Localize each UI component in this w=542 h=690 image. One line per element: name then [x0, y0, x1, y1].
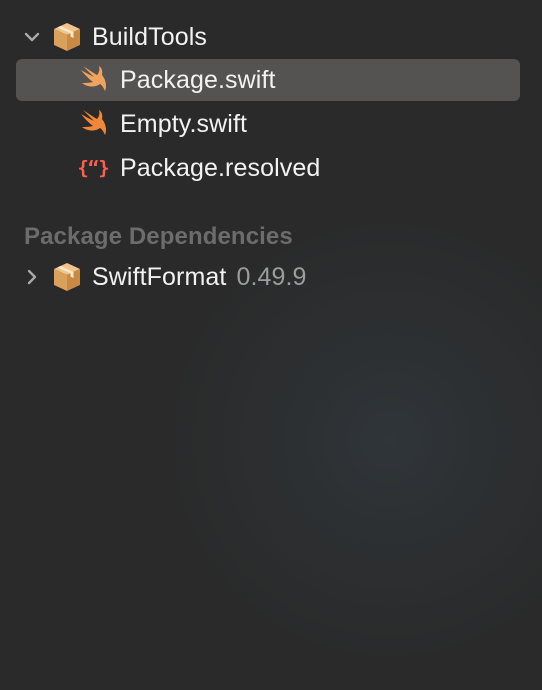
navigator-item-label: BuildTools [92, 23, 207, 51]
json-braces-icon: {“} [77, 157, 109, 179]
dependency-name: SwiftFormat [92, 263, 227, 291]
package-icon [51, 21, 83, 53]
navigator-item-label: Empty.swift [120, 110, 248, 138]
navigator-item-label: Package.resolved [120, 154, 321, 182]
navigator-row-buildtools[interactable]: BuildTools [16, 16, 520, 58]
dependency-version: 0.49.9 [236, 263, 307, 291]
chevron-down-icon[interactable] [23, 28, 41, 46]
chevron-right-icon[interactable] [23, 268, 41, 286]
swift-icon [79, 66, 109, 94]
dependency-item: SwiftFormat 0.49.9 [92, 262, 307, 292]
navigator-row-package-swift[interactable]: Package.swift [16, 59, 520, 101]
project-navigator: BuildTools Package.swift Empty.swift {“}… [0, 0, 542, 690]
navigator-row-package-resolved[interactable]: {“} Package.resolved [16, 147, 520, 189]
navigator-item-label: Package.swift [120, 66, 276, 94]
swift-icon [79, 110, 109, 138]
navigator-row-empty-swift[interactable]: Empty.swift [16, 103, 520, 145]
navigator-row-swiftformat[interactable]: SwiftFormat 0.49.9 [16, 256, 520, 298]
section-header-package-dependencies: Package Dependencies [24, 223, 293, 250]
package-icon [51, 261, 83, 293]
